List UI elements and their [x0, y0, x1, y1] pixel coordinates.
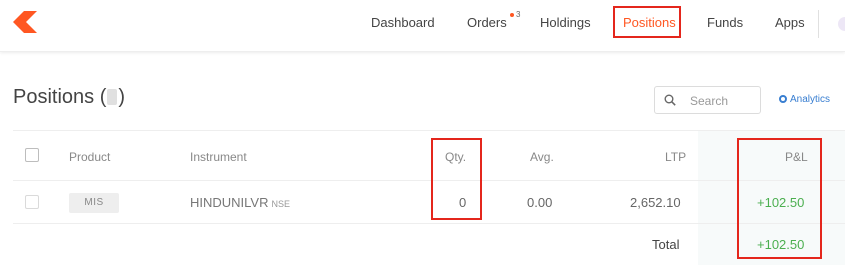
search-input[interactable]: Search — [654, 86, 761, 114]
page-title: Positions () — [13, 86, 125, 109]
nav-orders[interactable]: Orders — [467, 15, 507, 30]
nav-dashboard[interactable]: Dashboard — [371, 15, 435, 30]
page-title-text: Positions ( — [13, 86, 107, 108]
col-product[interactable]: Product — [69, 150, 110, 164]
orders-notification-dot — [510, 13, 514, 17]
positions-table: Product Instrument Qty. Avg. LTP P&L MIS… — [13, 130, 845, 265]
nav-apps[interactable]: Apps — [775, 15, 805, 30]
analytics-link[interactable]: Analytics — [779, 94, 830, 105]
col-pnl[interactable]: P&L — [785, 150, 808, 164]
total-pnl: +102.50 — [757, 237, 805, 252]
total-label: Total — [652, 237, 680, 252]
product-badge: MIS — [69, 193, 119, 213]
nav-funds[interactable]: Funds — [707, 15, 743, 30]
instrument-symbol: HINDUNILVR — [190, 195, 269, 210]
top-navbar: Dashboard Orders 3 Holdings Positions Fu… — [0, 0, 845, 52]
table-header-row: Product Instrument Qty. Avg. LTP P&L — [13, 130, 845, 181]
ltp-cell: 2,652.10 — [630, 195, 681, 210]
instrument-cell: HINDUNILVR NSE — [190, 195, 290, 210]
nav-positions[interactable]: Positions — [623, 15, 676, 30]
col-qty[interactable]: Qty. — [445, 150, 466, 164]
analytics-label: Analytics — [790, 94, 831, 105]
search-placeholder: Search — [690, 94, 729, 108]
avatar[interactable] — [838, 17, 845, 31]
nav-divider — [818, 10, 819, 38]
qty-cell: 0 — [459, 195, 467, 210]
col-avg[interactable]: Avg. — [530, 150, 554, 164]
positions-count-redacted — [107, 89, 118, 105]
pnl-cell: +102.50 — [757, 195, 805, 210]
kite-logo-icon[interactable] — [13, 11, 45, 33]
page-title-close-paren: ) — [118, 86, 126, 108]
avg-cell: 0.00 — [527, 195, 553, 210]
col-instrument[interactable]: Instrument — [190, 150, 247, 164]
table-row[interactable]: MIS HINDUNILVR NSE 0 0.00 2,652.10 +102.5… — [13, 181, 845, 224]
analytics-icon — [779, 95, 787, 103]
row-checkbox[interactable] — [25, 195, 39, 209]
select-all-checkbox[interactable] — [25, 148, 39, 162]
nav-holdings[interactable]: Holdings — [540, 15, 591, 30]
exchange-label: NSE — [271, 199, 291, 209]
search-icon — [664, 94, 676, 106]
orders-badge: 3 — [516, 10, 521, 19]
col-ltp[interactable]: LTP — [665, 150, 686, 164]
